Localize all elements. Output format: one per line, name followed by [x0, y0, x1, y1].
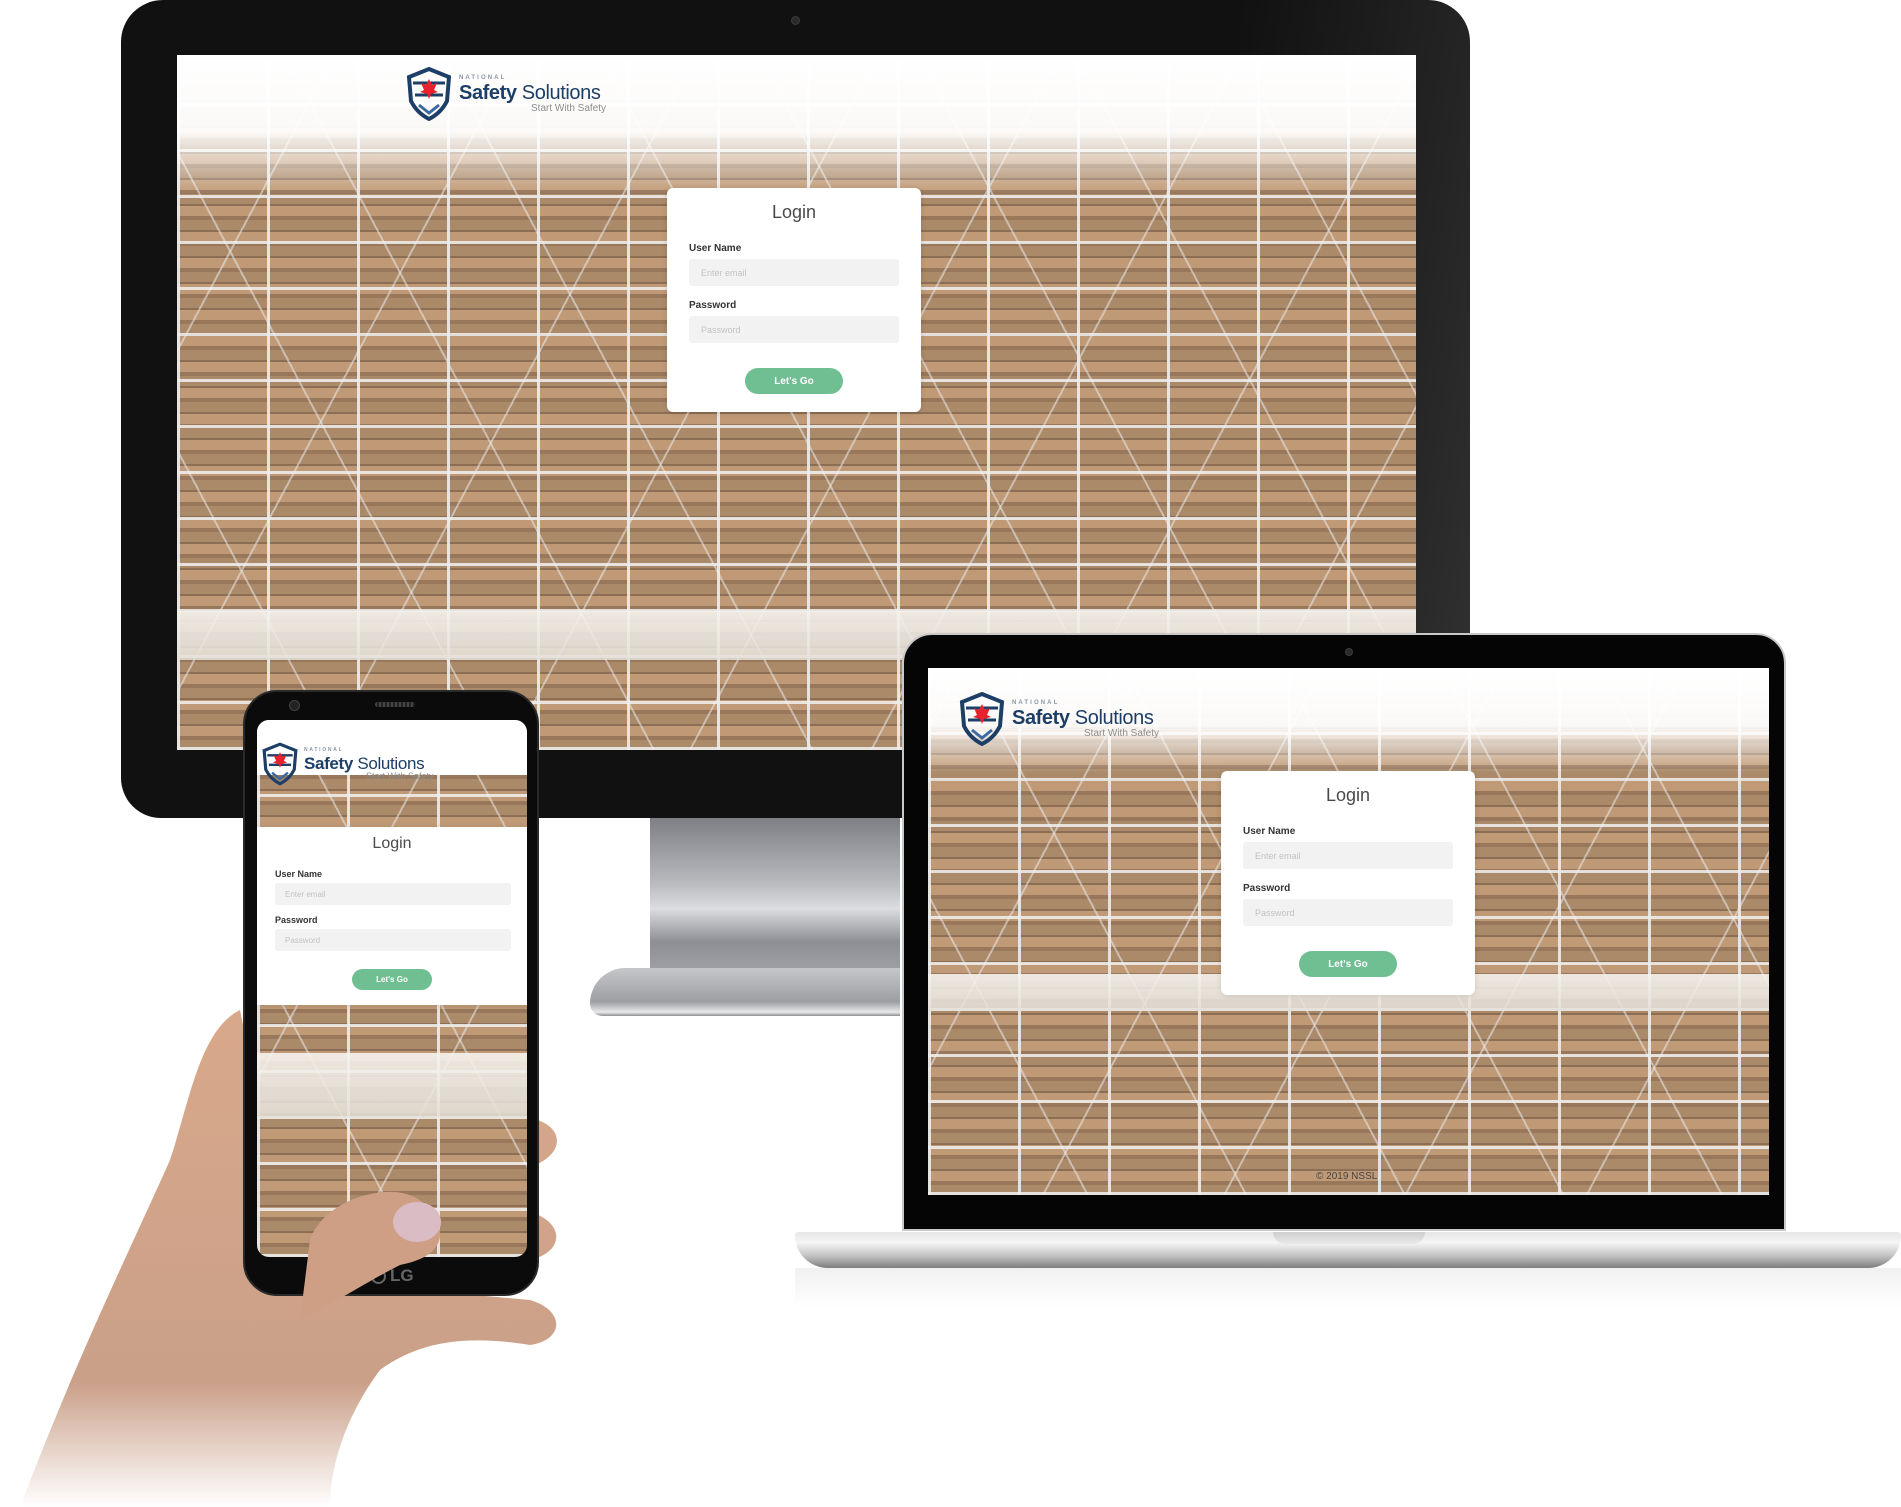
stand-neck: [650, 818, 900, 983]
footer-copyright: © 2019 NSSL: [1316, 1171, 1378, 1182]
brand-tagline: Start With Safety: [366, 770, 434, 781]
username-label: User Name: [275, 869, 323, 879]
login-title: Login: [372, 835, 412, 852]
brand-tagline: Start With Safety: [531, 102, 607, 114]
brand-logo[interactable]: NATIONAL Safety Solutions Start With Saf…: [261, 742, 434, 786]
stand-foot: [590, 968, 900, 1016]
phone-speaker-grille: [375, 702, 415, 707]
brand-logo[interactable]: NATIONAL Safety Solutions Start With Saf…: [405, 67, 606, 121]
username-input[interactable]: [689, 259, 899, 286]
login-submit-button[interactable]: Let's Go: [745, 368, 843, 394]
password-label: Password: [1243, 883, 1291, 894]
password-input[interactable]: [275, 929, 511, 951]
brand-name-bold: Safety: [459, 81, 517, 104]
login-submit-button[interactable]: Let's Go: [352, 969, 432, 990]
desktop-monitor-stand: [590, 818, 900, 1020]
brand-name-bold: Safety: [304, 753, 353, 773]
brand-name-bold: Safety: [1012, 706, 1070, 729]
login-submit-button[interactable]: Let's Go: [1299, 951, 1397, 977]
phone-camera-icon: [289, 700, 300, 711]
password-label: Password: [689, 300, 737, 311]
laptop-lid-notch: [1273, 1232, 1425, 1244]
laptop-screen: NATIONAL Safety Solutions Start With Saf…: [928, 668, 1769, 1195]
brand-tagline: Start With Safety: [1084, 727, 1160, 739]
shield-maple-leaf-icon: [262, 742, 298, 786]
username-input[interactable]: [275, 883, 511, 905]
brand-name-light: Solutions: [353, 753, 425, 773]
login-card: Login User Name Password Let's Go: [1221, 771, 1475, 995]
shield-maple-leaf-icon: [959, 692, 1005, 746]
brand-logo[interactable]: NATIONAL Safety Solutions Start With Saf…: [958, 692, 1159, 746]
background-fade: [177, 55, 1416, 194]
brand-name-light: Solutions: [1069, 706, 1154, 729]
brand-name: Safety Solutions: [1012, 708, 1159, 728]
shield-maple-leaf-icon: [406, 67, 452, 121]
password-label: Password: [275, 915, 318, 925]
brand-overline: NATIONAL: [459, 74, 507, 81]
brand-name-light: Solutions: [516, 81, 601, 104]
username-label: User Name: [1243, 826, 1296, 837]
password-input[interactable]: [1243, 899, 1453, 926]
brand-overline: NATIONAL: [1012, 699, 1060, 706]
brand-overline: NATIONAL: [304, 746, 344, 753]
login-card: Login User Name Password Let's Go: [257, 827, 527, 1005]
brand-name: Safety Solutions: [459, 83, 606, 103]
login-card: Login User Name Password Let's Go: [667, 188, 921, 412]
brand-name: Safety Solutions: [304, 755, 434, 772]
username-label: User Name: [689, 243, 742, 254]
laptop-reflection: [795, 1268, 1901, 1308]
thumb-over-screen: [300, 1191, 441, 1320]
login-title: Login: [771, 202, 817, 222]
monitor-camera-icon: [791, 16, 800, 25]
username-input[interactable]: [1243, 842, 1453, 869]
laptop-camera-icon: [1345, 648, 1353, 656]
password-input[interactable]: [689, 316, 899, 343]
login-title: Login: [1325, 785, 1371, 805]
